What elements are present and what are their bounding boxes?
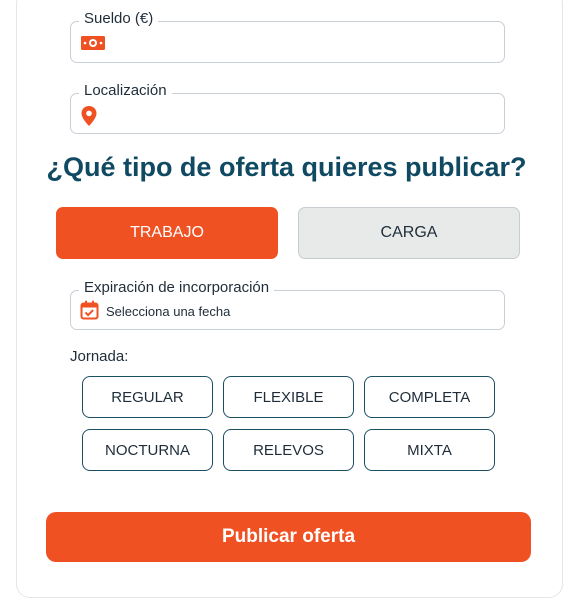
jornada-relevos-button[interactable]: RELEVOS xyxy=(223,429,354,471)
location-field[interactable]: Localización xyxy=(70,82,505,134)
jornada-label: Jornada: xyxy=(70,348,129,365)
offer-type-heading: ¿Qué tipo de oferta quieres publicar? xyxy=(46,152,527,182)
offer-type-trabajo-button[interactable]: TRABAJO xyxy=(56,207,278,259)
offer-type-carga-button[interactable]: CARGA xyxy=(298,207,520,259)
location-pin-icon xyxy=(80,105,98,132)
money-icon xyxy=(80,34,106,57)
jornada-mixta-button[interactable]: MIXTA xyxy=(364,429,495,471)
salary-field[interactable]: Sueldo (€) xyxy=(70,10,505,63)
jornada-flexible-button[interactable]: FLEXIBLE xyxy=(223,376,354,418)
expiration-label: Expiración de incorporación xyxy=(79,279,275,296)
jornada-regular-button[interactable]: REGULAR xyxy=(82,376,213,418)
jornada-nocturna-button[interactable]: NOCTURNA xyxy=(82,429,213,471)
salary-label: Sueldo (€) xyxy=(79,10,159,27)
publish-offer-button[interactable]: Publicar oferta xyxy=(46,512,531,562)
location-label: Localización xyxy=(79,82,172,99)
calendar-icon xyxy=(80,300,99,325)
jornada-completa-button[interactable]: COMPLETA xyxy=(364,376,495,418)
expiration-date-field[interactable]: Expiración de incorporación Selecciona u… xyxy=(70,279,505,330)
expiration-date-placeholder: Selecciona una fecha xyxy=(106,304,231,319)
